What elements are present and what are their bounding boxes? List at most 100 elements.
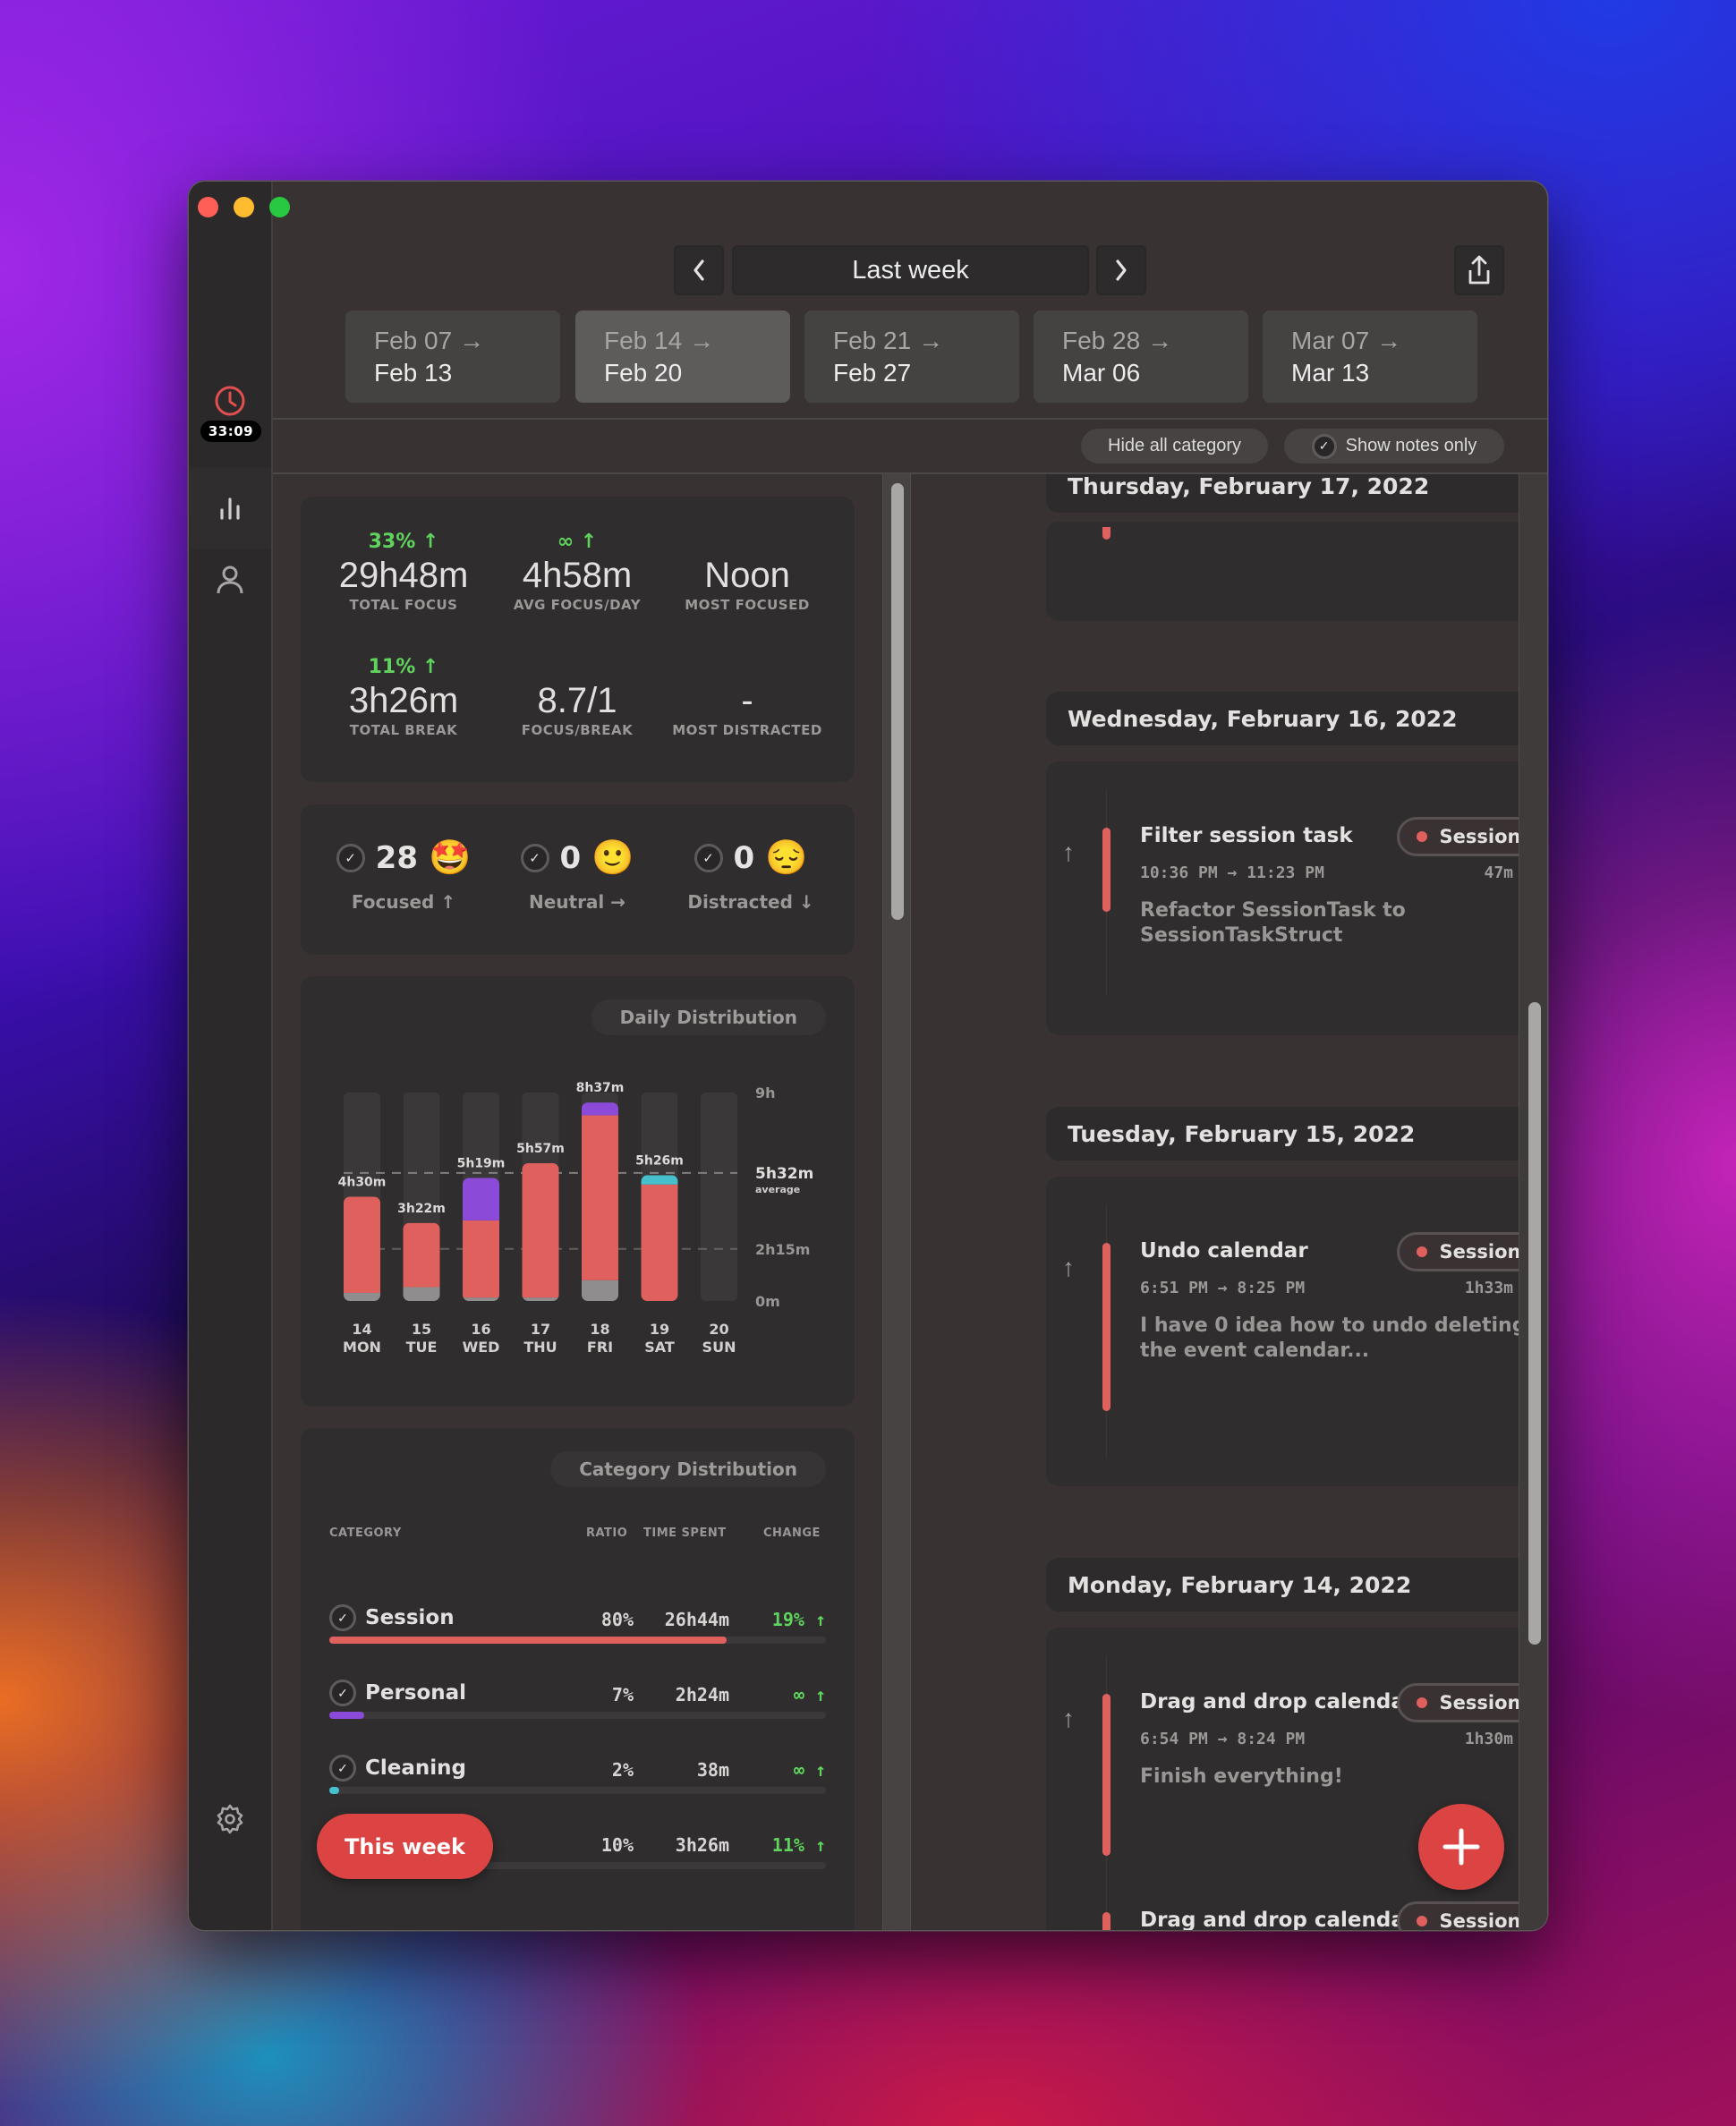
category-change: 19% ↑ [771,1609,826,1630]
week-to: Feb 20 [604,359,683,387]
week-from: Feb 07 [374,327,453,354]
category-progress-track [329,1787,826,1794]
divider [273,418,1547,420]
bar-segment-break [344,1292,380,1301]
x-tick-day-number: 17 [531,1321,550,1338]
x-tick-day-number: 19 [650,1321,669,1338]
y-tick-label: 9h [755,1084,776,1101]
timeline-scrollbar[interactable] [1519,474,1547,1930]
session-bar [1102,527,1111,540]
category-progress-fill [329,1787,340,1794]
y-tick-label: 0m [755,1293,780,1310]
show-notes-only-toggle[interactable]: ✓ Show notes only [1284,429,1504,463]
bar-segment-session [522,1162,559,1298]
daily-distribution-card: Daily Distribution 4h30m 3h22m 5h19m 5h57m 8… [301,976,855,1407]
week-tab[interactable]: Feb 21 → Feb 27 [804,310,1019,403]
category-name: Cleaning [365,1756,466,1780]
stat-change: 33% ↑ [368,531,439,553]
bar-segment-break [463,1297,499,1301]
session-bar [1102,828,1111,912]
stat-change [662,656,832,681]
event-duration: 1h30m [1464,1730,1513,1748]
bar-segment-session [641,1184,678,1301]
stat-value: 3h26m [348,681,459,720]
category-distribution-title: Category Distribution [550,1451,826,1487]
week-to: Feb 13 [374,359,453,387]
mood-distracted[interactable]: ✓ 0 😔 Distracted ↓ [666,836,836,913]
daily-distribution-chart: 4h30m 3h22m 5h19m 5h57m 8h37m 5h26m 14MON 15TUE… [338,1081,814,1356]
stats-scrollbar-thumb[interactable] [891,483,904,920]
category-dot-icon [1416,831,1427,842]
week-tab-selected[interactable]: Feb 14 → Feb 20 [575,310,790,403]
week-tab[interactable]: Feb 07 → Feb 13 [345,310,560,403]
stat-change [662,531,832,556]
event-times: 10:36 PM → 11:23 PM [1140,863,1324,882]
mood-count: 0 [733,840,755,876]
arrow-up-icon: ↑ [1062,1254,1075,1281]
checkmark-icon[interactable]: ✓ [694,844,723,872]
next-period-button[interactable] [1096,245,1146,295]
checkmark-icon[interactable]: ✓ [336,844,365,872]
checkmark-icon[interactable]: ✓ [329,1680,356,1706]
event-note: I have 0 idea how to undo deleting the e… [1140,1314,1527,1362]
stat-value: 8.7/1 [537,681,617,720]
checkmark-icon[interactable]: ✓ [520,844,549,872]
sidebar-item-timer[interactable] [189,384,271,418]
minimize-window-button[interactable] [234,197,254,217]
checkmark-icon[interactable]: ✓ [329,1604,356,1631]
stat-label: TOTAL BREAK [349,722,458,738]
arrow-right-icon: → [1147,327,1173,354]
timeline-scrollbar-thumb[interactable] [1528,1002,1541,1645]
event-times: 6:54 PM → 8:24 PM [1140,1730,1306,1748]
x-tick-day-name: THU [523,1339,557,1356]
stats-scrollbar[interactable] [882,474,911,1930]
week-from: Feb 28 [1062,327,1141,354]
arrow-up-icon: ↑ [1062,1705,1075,1732]
x-tick-day-number: 14 [352,1321,371,1338]
smile-emoji-icon: 🙂 [591,839,634,877]
period-title[interactable]: Last week [732,245,1089,295]
previous-period-button[interactable] [674,245,724,295]
mood-label: Focused ↑ [351,891,456,913]
sidebar-item-settings[interactable] [189,1797,271,1841]
session-bar [1102,1912,1111,1930]
arrow-right-icon: → [459,327,485,354]
stat-most-distracted: - MOST DISTRACTED [662,656,832,738]
mood-label: Distracted ↓ [687,891,814,913]
category-ratio: 7% [611,1684,634,1705]
x-tick-day-number: 18 [590,1321,609,1338]
category-row-session[interactable]: ✓ Session 80% 26h44m 19% ↑ [329,1604,826,1669]
event-times: 6:51 PM → 8:25 PM [1140,1279,1306,1297]
session-bar [1102,1694,1111,1856]
day-header: Tuesday, February 15, 2022 [1046,1107,1547,1161]
this-week-button[interactable]: This week [317,1814,493,1879]
event-title: Undo calendar [1140,1239,1308,1263]
average-label: average [755,1184,800,1195]
session-bar [1102,1243,1111,1411]
bar-chart-icon [220,497,240,520]
mood-neutral[interactable]: ✓ 0 🙂 Neutral → [492,836,662,913]
week-tab[interactable]: Mar 07 → Mar 13 [1263,310,1477,403]
category-row-cleaning[interactable]: ✓ Cleaning 2% 38m ∞ ↑ [329,1755,826,1819]
stat-label: FOCUS/BREAK [521,722,634,738]
week-from: Feb 14 [604,327,683,354]
week-from: Mar 07 [1291,327,1370,354]
column-header-change: CHANGE [763,1526,821,1540]
bar-segment-session [344,1196,380,1293]
star-struck-emoji-icon: 🤩 [429,839,472,877]
sidebar-item-stats[interactable] [189,468,271,549]
x-tick-day-name: FRI [587,1339,613,1356]
checkmark-icon[interactable]: ✓ [329,1755,356,1782]
sidebar-item-profile[interactable] [189,553,271,607]
close-window-button[interactable] [198,197,218,217]
week-tab[interactable]: Feb 28 → Mar 06 [1034,310,1248,403]
hide-all-category-button[interactable]: Hide all category [1081,429,1268,463]
mood-count: 0 [559,840,582,876]
category-row-personal[interactable]: ✓ Personal 7% 2h24m ∞ ↑ [329,1680,826,1744]
mood-focused[interactable]: ✓ 28 🤩 Focused ↑ [319,836,489,913]
add-session-button[interactable] [1418,1804,1504,1890]
share-button[interactable] [1454,245,1504,295]
y-tick-label: 2h15m [755,1241,810,1258]
stat-change [492,656,662,681]
gear-icon [217,1804,243,1834]
